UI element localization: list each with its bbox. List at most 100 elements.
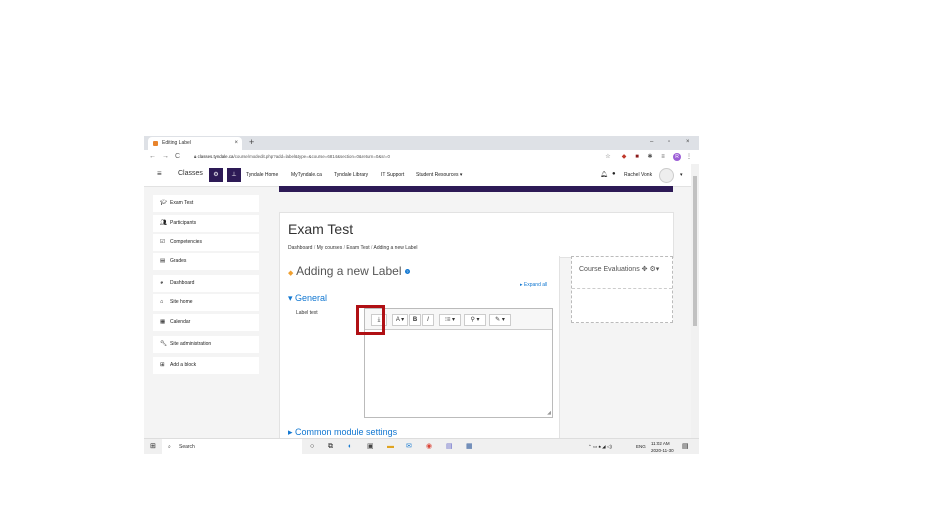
chat-icon[interactable]: ● [612, 171, 616, 177]
sidebar-item-label: Site administration [170, 341, 212, 347]
sidebar-item-exam-test[interactable]: 🎓︎ Exam Test [153, 195, 259, 212]
expand-all-label: Expand all [523, 282, 548, 288]
file-explorer-icon[interactable]: ▬ [387, 439, 394, 454]
notifications-icon[interactable]: ▤ [682, 439, 689, 454]
puzzle-extension-icon[interactable]: ✱ [646, 153, 654, 161]
italic-button[interactable]: I [422, 314, 434, 326]
reload-icon[interactable]: C [175, 150, 180, 164]
checkbox-icon: ☑ [160, 239, 165, 245]
sidebar-item-label: Site home [170, 299, 193, 305]
sidebar-item-site-administration[interactable]: 🔧︎ Site administration [153, 336, 259, 353]
editor-content-area[interactable] [365, 330, 552, 417]
screenshot-frame: Editing Label × + – ▫ × ← → C 🔒︎ classes… [144, 136, 699, 454]
sitemap-icon[interactable]: ⊥ [227, 168, 241, 182]
toggle-icon[interactable]: ⚙ [209, 168, 223, 182]
language-indicator[interactable]: ENG [636, 444, 646, 449]
graduation-cap-icon: 🎓︎ [160, 200, 167, 206]
sidebar-item-label: Grades [170, 258, 187, 264]
user-menu-chevron-icon[interactable]: ▾ [680, 172, 683, 178]
block-title-row: Course Evaluations ✥ ⚙▾ [579, 265, 659, 273]
common-settings-toggle[interactable]: ▸ Common module settings [288, 427, 397, 438]
chrome-icon[interactable]: ◉ [426, 439, 432, 454]
word-icon[interactable]: ▦ [466, 439, 473, 454]
bell-icon[interactable]: 🔔︎ [600, 171, 608, 178]
task-view-icon[interactable]: ⧉ [328, 439, 333, 454]
clock-time[interactable]: 11:02 AM [651, 441, 670, 446]
hamburger-menu-icon[interactable]: ≡ [157, 169, 162, 178]
sidebar-item-site-home[interactable]: ⌂ Site home [153, 294, 259, 311]
breadcrumb-my-courses[interactable]: My courses [317, 245, 343, 251]
site-navbar: ≡ Classes ⚙ ⊥ Tyndale Home MyTyndale.ca … [144, 164, 691, 187]
teams-icon[interactable]: ▤ [446, 439, 453, 454]
close-window-button[interactable]: × [686, 136, 690, 149]
user-name[interactable]: Rachel Vonk [624, 172, 652, 178]
breadcrumb-current: Adding a new Label [373, 245, 418, 251]
block-divider [572, 288, 672, 289]
image-button[interactable]: ✎ ▾ [489, 314, 511, 326]
extension-icon[interactable]: ■ [633, 153, 641, 161]
breadcrumb-exam-test[interactable]: Exam Test [346, 245, 369, 251]
back-arrow-icon[interactable]: ← [149, 150, 156, 164]
page-scrollbar-thumb[interactable] [693, 176, 697, 326]
new-tab-button[interactable]: + [249, 136, 254, 149]
url-field[interactable]: 🔒︎ classes.tyndale.ca/course/modedit.php… [194, 153, 594, 161]
browser-menu-icon[interactable]: ⋮ [685, 153, 693, 161]
store-icon[interactable]: ▣ [367, 439, 374, 454]
profile-avatar[interactable]: R [673, 153, 681, 161]
gear-icon[interactable]: ⚙▾ [649, 266, 659, 273]
cortana-icon[interactable]: ○ [310, 439, 314, 454]
resize-handle-icon[interactable]: ◢ [547, 410, 551, 416]
clock-date[interactable]: 2020-11-30 [651, 448, 674, 453]
page-header: Exam Test Dashboard / My courses / Exam … [279, 212, 674, 258]
course-banner [279, 186, 673, 192]
general-section-label: General [295, 293, 328, 303]
breadcrumb: Dashboard / My courses / Exam Test / Add… [288, 245, 417, 251]
nav-link-library[interactable]: Tyndale Library [334, 172, 368, 178]
url-path: /course/modedit.php?add=label&type=&cour… [233, 154, 390, 159]
url-host: classes.tyndale.ca [197, 154, 234, 159]
minimize-button[interactable]: – [650, 136, 653, 149]
bold-button[interactable]: B [409, 314, 421, 326]
mail-icon[interactable]: ✉ [406, 439, 412, 454]
system-tray-icons[interactable]: ⌃ ▭ ♠ ◢ ◁) [588, 444, 612, 450]
edge-icon[interactable]: ◐ [348, 439, 352, 454]
media-queue-icon[interactable]: ≡ [659, 153, 667, 161]
move-icon[interactable]: ✥ [642, 266, 648, 273]
label-module-icon: ◆ [288, 270, 294, 277]
forward-arrow-icon[interactable]: → [162, 150, 169, 164]
star-icon[interactable]: ☆ [604, 153, 612, 161]
form-heading: ◆ Adding a new Label ? [288, 264, 410, 278]
sidebar-item-competencies[interactable]: ☑ Competencies [153, 234, 259, 251]
expand-all-link[interactable]: ▸ Expand all [520, 282, 547, 288]
breadcrumb-dashboard[interactable]: Dashboard [288, 245, 312, 251]
sidebar-item-label: Add a block [170, 362, 197, 368]
help-icon[interactable]: ? [404, 269, 410, 275]
sidebar-item-label: Exam Test [170, 200, 194, 206]
nav-link-tyndale-home[interactable]: Tyndale Home [246, 172, 278, 178]
address-bar: ← → C 🔒︎ classes.tyndale.ca/course/moded… [144, 150, 699, 164]
site-brand[interactable]: Classes [178, 170, 203, 177]
browser-tab[interactable]: Editing Label × [148, 137, 242, 150]
user-avatar[interactable] [659, 168, 674, 183]
shield-extension-icon[interactable]: ◆ [620, 153, 628, 161]
course-evaluations-block: Course Evaluations ✥ ⚙▾ [571, 256, 673, 323]
users-icon: 👥︎ [160, 220, 167, 226]
nav-link-it-support[interactable]: IT Support [381, 172, 404, 178]
sidebar-item-participants[interactable]: 👥︎ Participants [153, 215, 259, 232]
windows-start-icon[interactable]: ⊞ [150, 439, 156, 454]
sidebar-item-label: Participants [170, 220, 197, 226]
list-button[interactable]: ⁝≡ ▾ [439, 314, 461, 326]
nav-link-student-resources[interactable]: Student Resources ▾ [416, 172, 462, 178]
sidebar-item-grades[interactable]: ▤ Grades [153, 253, 259, 270]
sidebar-item-calendar[interactable]: ▦ Calendar [153, 314, 259, 331]
link-button[interactable]: ⚲ ▾ [464, 314, 486, 326]
nav-link-mytyndale[interactable]: MyTyndale.ca [291, 172, 322, 178]
sidebar-item-dashboard[interactable]: ◕ Dashboard [153, 275, 259, 292]
sidebar-item-add-block[interactable]: ⊞ Add a block [153, 357, 259, 374]
close-tab-icon[interactable]: × [234, 137, 238, 150]
general-section-toggle[interactable]: ▾ General [288, 293, 327, 304]
form-heading-text: Adding a new Label [296, 264, 402, 278]
font-style-button[interactable]: A ▾ [392, 314, 408, 326]
maximize-button[interactable]: ▫ [668, 136, 670, 149]
taskbar-search[interactable]: ⌕ Search [162, 439, 302, 454]
